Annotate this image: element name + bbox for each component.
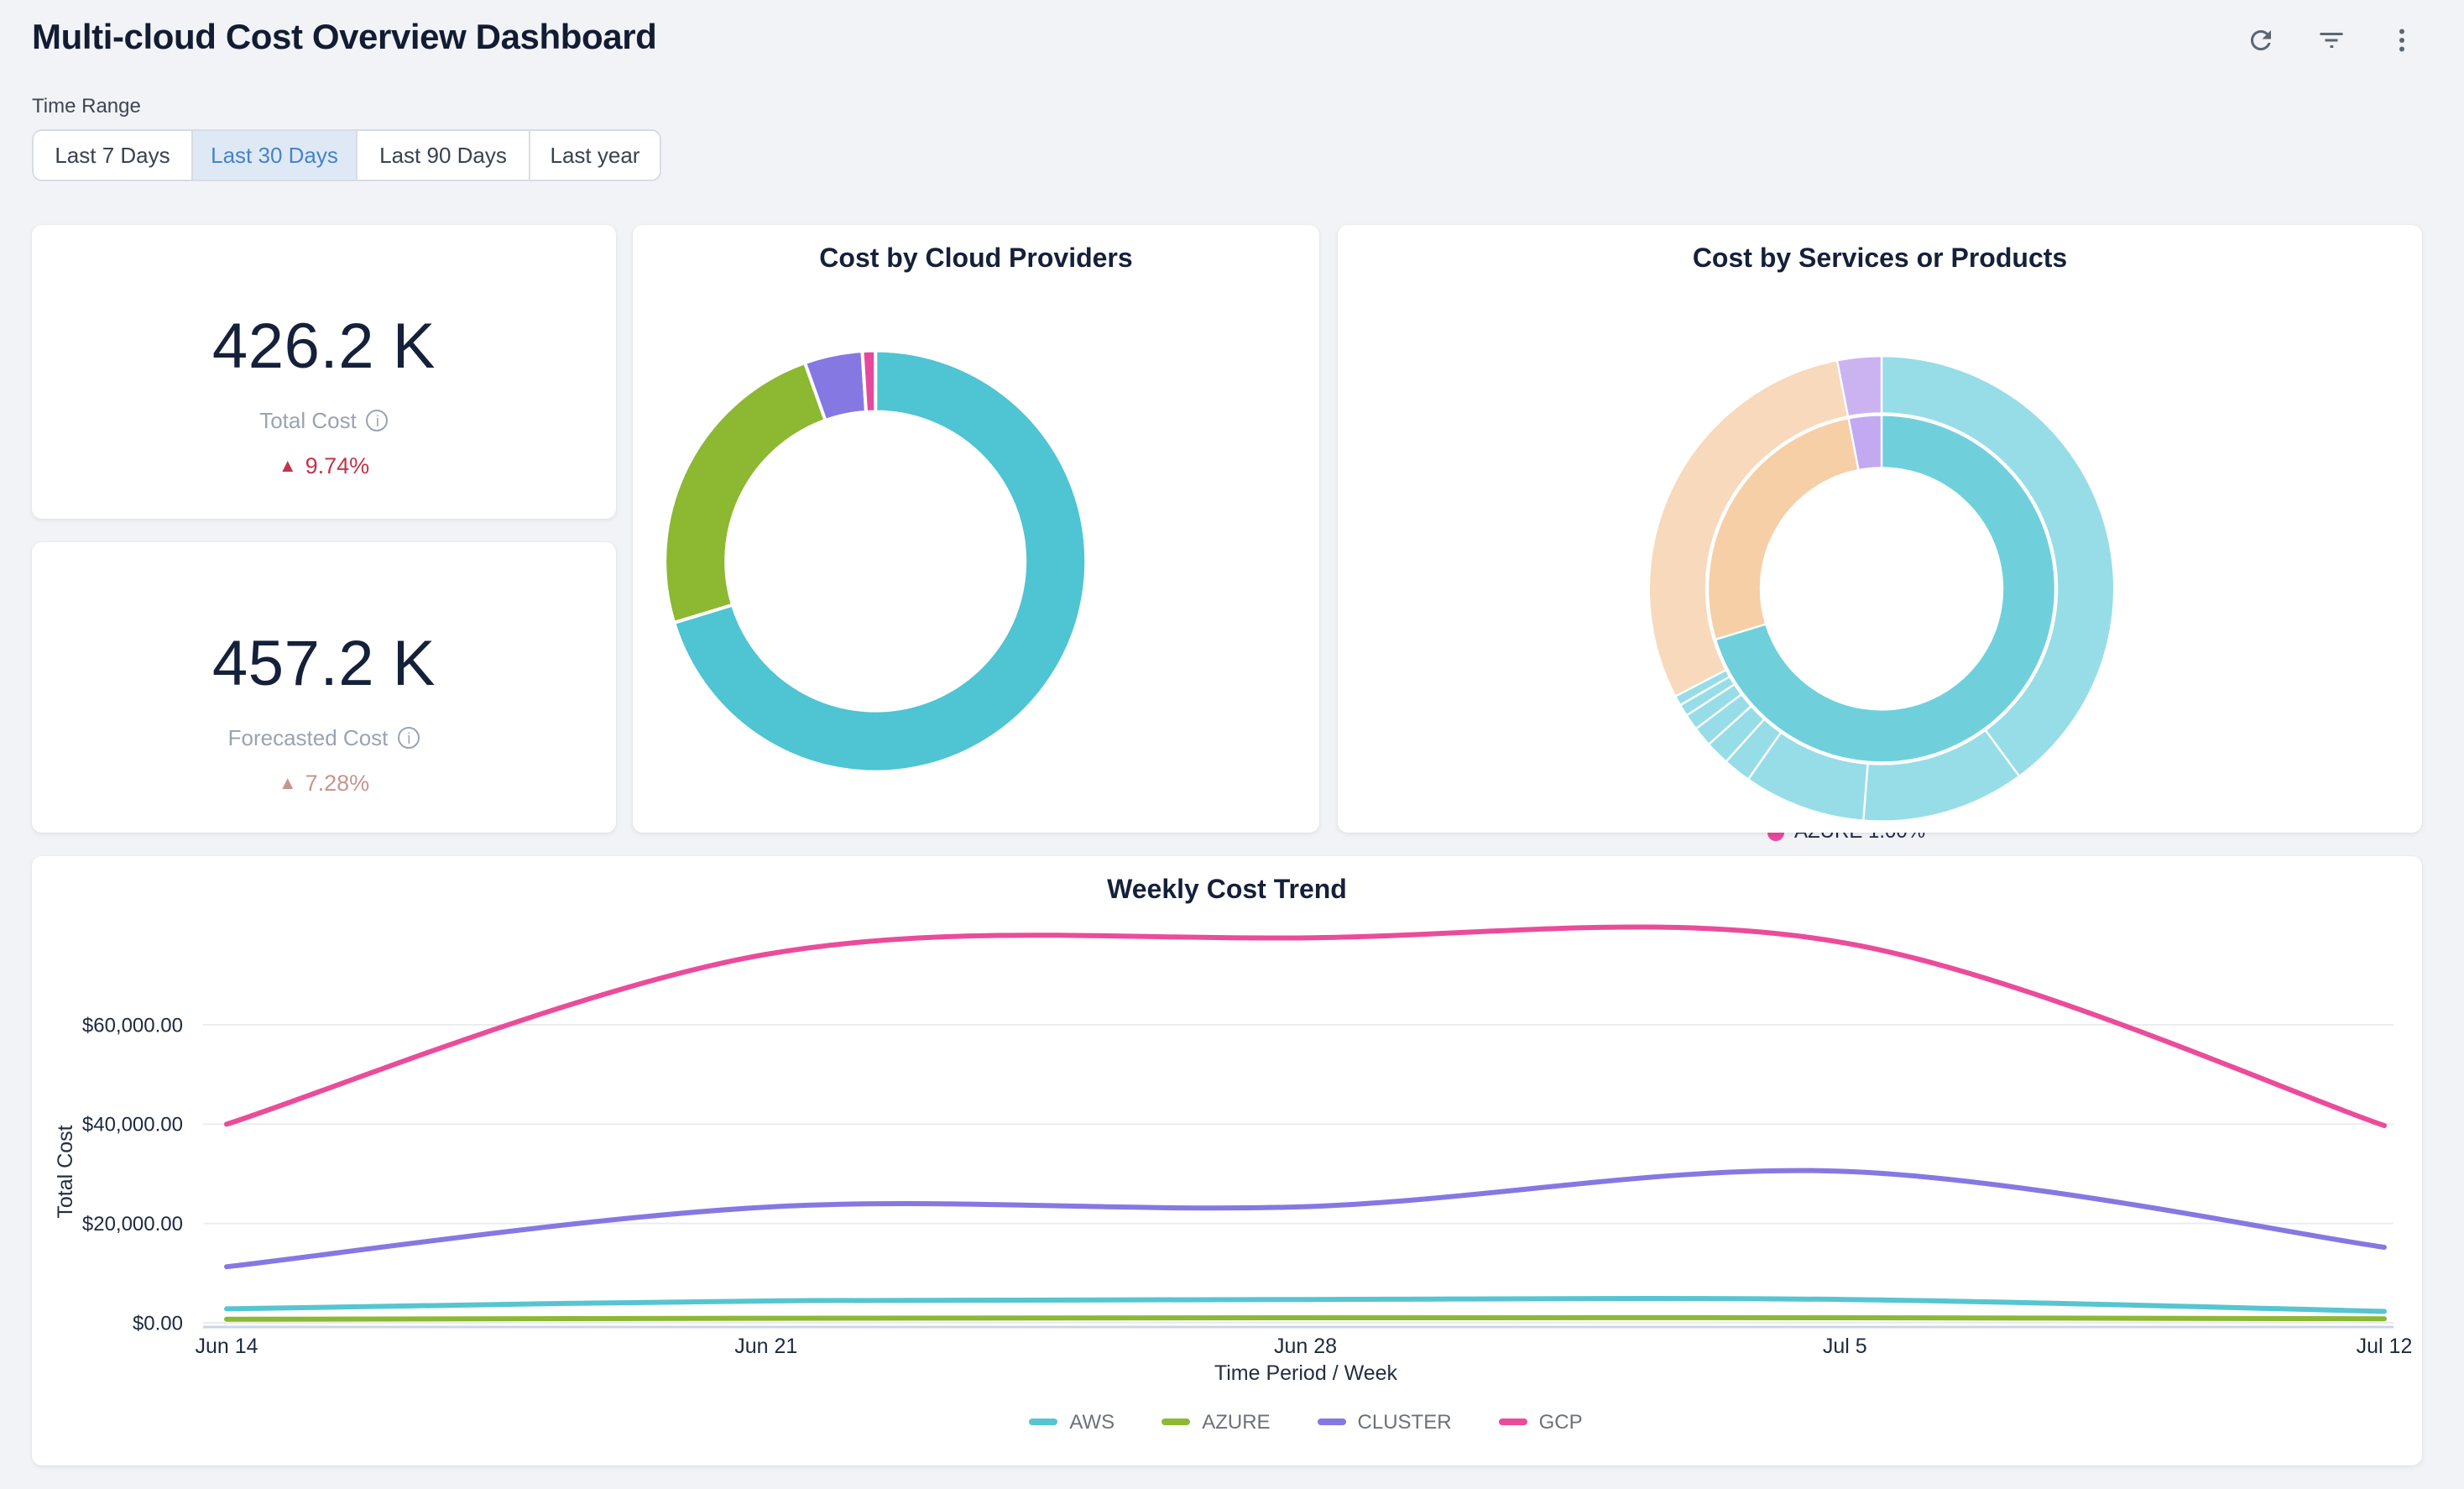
total-cost-delta: ▲ 9.74%	[279, 453, 369, 478]
aws-line[interactable]	[227, 1298, 2384, 1311]
providers-donut-chart[interactable]	[633, 225, 1319, 833]
time-range-button-1[interactable]: Last 30 Days	[191, 131, 356, 180]
legend-swatch	[1318, 1419, 1346, 1425]
total-cost-value: 426.2 K	[212, 312, 436, 384]
azure-slice[interactable]	[862, 351, 875, 412]
legend-swatch	[1499, 1419, 1527, 1425]
gcp-line[interactable]	[227, 927, 2384, 1126]
x-tick-label: Jun 14	[195, 1335, 258, 1358]
time-range-label: Time Range	[32, 94, 141, 118]
dashboard-page: Multi-cloud Cost Overview Dashboard Time…	[0, 0, 2464, 1489]
legend-label: CLUSTER	[1358, 1410, 1452, 1434]
time-range-button-2[interactable]: Last 90 Days	[356, 131, 529, 180]
y-tick-label: $60,000.00	[82, 1014, 183, 1037]
x-tick-label: Jun 28	[1274, 1335, 1337, 1358]
forecasted-cost-card: 457.2 K Forecasted Cost i ▲ 7.28%	[32, 542, 616, 833]
y-tick-label: $20,000.00	[82, 1213, 183, 1236]
time-range-button-3[interactable]: Last year	[529, 131, 660, 180]
legend-swatch	[1162, 1419, 1190, 1425]
x-axis-title: Time Period / Week	[227, 1361, 2385, 1385]
info-icon[interactable]: i	[367, 410, 389, 431]
weekly-trend-card: Weekly Cost Trend $0.00$20,000.00$40,000…	[32, 856, 2422, 1465]
filter-button[interactable]	[2315, 24, 2348, 57]
arrow-up-icon: ▲	[279, 456, 297, 476]
cluster-line[interactable]	[227, 1171, 2384, 1267]
legend-label: GCP	[1539, 1410, 1583, 1434]
legend-item-azure[interactable]: AZURE	[1162, 1410, 1270, 1434]
x-tick-label: Jun 21	[734, 1335, 797, 1358]
refresh-button[interactable]	[2244, 24, 2278, 57]
legend-item-cluster[interactable]: CLUSTER	[1318, 1410, 1452, 1434]
legend-item-aws[interactable]: AWS	[1029, 1410, 1115, 1434]
refresh-icon	[2246, 25, 2276, 55]
kebab-menu-icon	[2387, 25, 2417, 55]
y-tick-label: $40,000.00	[82, 1114, 183, 1136]
providers-chart-card: Cost by Cloud Providers GCP 70.28% CLUST…	[633, 225, 1319, 833]
page-title: Multi-cloud Cost Overview Dashboard	[32, 18, 656, 59]
trend-legend: AWS AZURE CLUSTER GCP	[227, 1410, 2385, 1434]
legend-label: AZURE	[1202, 1410, 1270, 1434]
services-sunburst-chart[interactable]	[1338, 225, 2422, 833]
delta-value: 7.28%	[305, 771, 370, 796]
total-cost-label: Total Cost	[259, 408, 357, 433]
delta-value: 9.74%	[305, 453, 370, 478]
legend-label: AWS	[1069, 1410, 1115, 1434]
more-options-button[interactable]	[2385, 24, 2419, 57]
info-icon[interactable]: i	[398, 727, 420, 749]
time-range-selector: Last 7 Days Last 30 Days Last 90 Days La…	[32, 129, 661, 181]
legend-swatch	[1029, 1419, 1057, 1425]
services-chart-card: Cost by Services or Products	[1338, 225, 2422, 833]
filter-icon	[2316, 25, 2347, 55]
header-actions	[2244, 24, 2419, 57]
forecasted-cost-delta: ▲ 7.28%	[279, 771, 369, 796]
time-range-button-0[interactable]: Last 7 Days	[34, 131, 191, 180]
azure-line[interactable]	[227, 1318, 2384, 1319]
y-tick-label: $0.00	[133, 1312, 183, 1335]
forecasted-cost-label: Forecasted Cost	[228, 725, 389, 750]
total-cost-card: 426.2 K Total Cost i ▲ 9.74%	[32, 225, 616, 519]
x-tick-label: Jul 12	[2357, 1335, 2413, 1358]
legend-item-gcp[interactable]: GCP	[1499, 1410, 1583, 1434]
x-tick-label: Jul 5	[1823, 1335, 1867, 1358]
y-axis-title: Total Cost	[54, 1046, 77, 1298]
arrow-up-icon: ▲	[279, 773, 297, 793]
forecasted-cost-value: 457.2 K	[212, 630, 436, 702]
cluster-slice[interactable]	[665, 363, 825, 623]
